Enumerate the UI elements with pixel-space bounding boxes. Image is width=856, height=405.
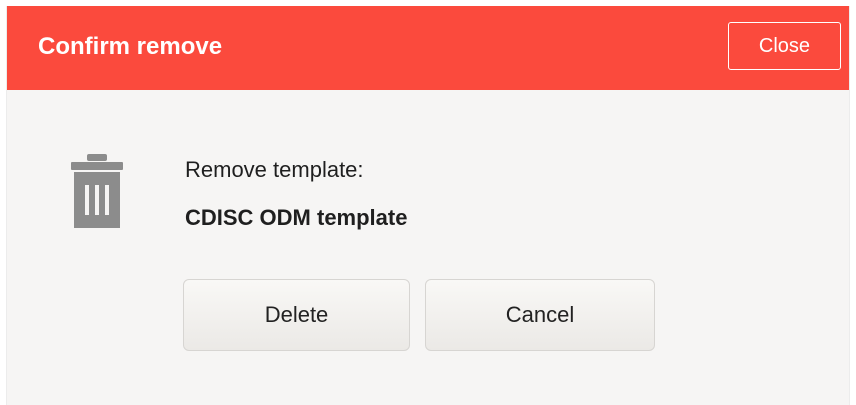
template-name: CDISC ODM template bbox=[185, 205, 408, 230]
trash-icon bbox=[71, 154, 123, 228]
dialog-header: Confirm remove Close bbox=[7, 6, 849, 90]
close-button[interactable]: Close bbox=[728, 22, 841, 70]
remove-prompt: Remove template: bbox=[185, 157, 364, 182]
confirm-remove-dialog: Confirm remove Close Remove template: CD… bbox=[6, 6, 850, 405]
delete-button[interactable]: Delete bbox=[183, 279, 410, 351]
cancel-button[interactable]: Cancel bbox=[425, 279, 655, 351]
dialog-title: Confirm remove bbox=[38, 33, 223, 60]
